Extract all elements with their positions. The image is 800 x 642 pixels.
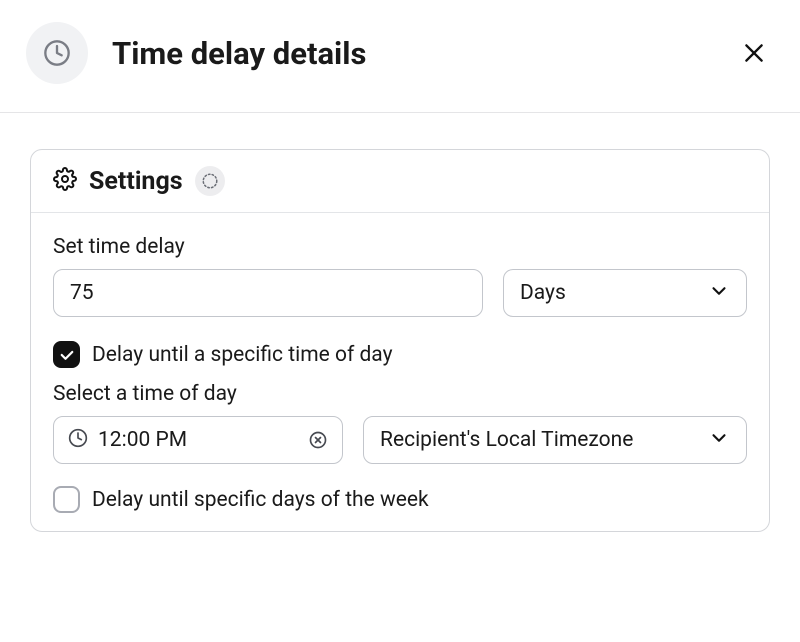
checkmark-icon	[58, 346, 76, 364]
time-value: 12:00 PM	[98, 428, 298, 452]
clear-icon	[308, 430, 328, 450]
settings-card: Settings Set time delay Days	[30, 149, 770, 532]
delay-unit-value: Days	[520, 281, 566, 305]
timezone-value: Recipient's Local Timezone	[380, 428, 633, 452]
clock-small-icon	[68, 428, 88, 452]
set-delay-label: Set time delay	[53, 235, 747, 259]
dialog-body: Settings Set time delay Days	[0, 113, 800, 532]
close-icon	[741, 40, 767, 66]
settings-card-title: Settings	[89, 167, 183, 196]
specific-days-checkbox-row: Delay until specific days of the week	[53, 486, 747, 513]
select-time-label: Select a time of day	[53, 382, 747, 406]
chevron-down-icon	[708, 427, 730, 453]
specific-days-checkbox-label: Delay until specific days of the week	[92, 488, 429, 512]
settings-card-header: Settings	[31, 150, 769, 213]
clock-icon	[26, 22, 88, 84]
time-row: 12:00 PM Recipient's Local Timezone	[53, 416, 747, 464]
dialog-title: Time delay details	[112, 35, 738, 72]
clear-time-button[interactable]	[308, 430, 328, 450]
close-button[interactable]	[738, 37, 770, 69]
help-button[interactable]	[195, 166, 225, 196]
gear-icon	[53, 167, 77, 195]
delay-row: Days	[53, 269, 747, 317]
time-of-day-input[interactable]: 12:00 PM	[53, 416, 343, 464]
delay-unit-select[interactable]: Days	[503, 269, 747, 317]
specific-days-checkbox[interactable]	[53, 486, 80, 513]
settings-card-body: Set time delay Days	[31, 213, 769, 531]
specific-time-checkbox[interactable]	[53, 341, 80, 368]
delay-amount-input[interactable]	[53, 269, 483, 317]
specific-time-checkbox-row: Delay until a specific time of day	[53, 341, 747, 368]
timezone-select[interactable]: Recipient's Local Timezone	[363, 416, 747, 464]
help-icon	[201, 172, 219, 190]
dialog-header: Time delay details	[0, 0, 800, 113]
specific-time-checkbox-label: Delay until a specific time of day	[92, 343, 393, 367]
chevron-down-icon	[708, 280, 730, 306]
